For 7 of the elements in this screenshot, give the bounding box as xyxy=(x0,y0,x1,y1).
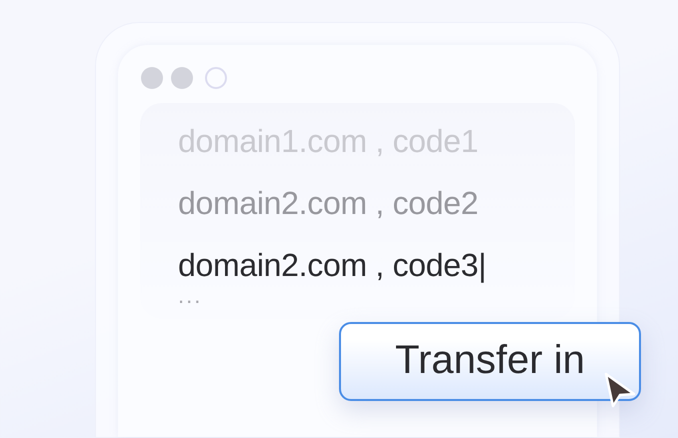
window-control-dot[interactable] xyxy=(171,67,193,89)
window-control-dot[interactable] xyxy=(141,67,163,89)
entry-line: domain2.com , code3| xyxy=(178,249,488,281)
entry-line: domain2.com , code2 xyxy=(178,187,480,219)
transfer-in-button[interactable]: Transfer in xyxy=(339,322,641,401)
ellipsis: ... xyxy=(178,285,204,307)
window-control-dot[interactable] xyxy=(205,67,227,89)
